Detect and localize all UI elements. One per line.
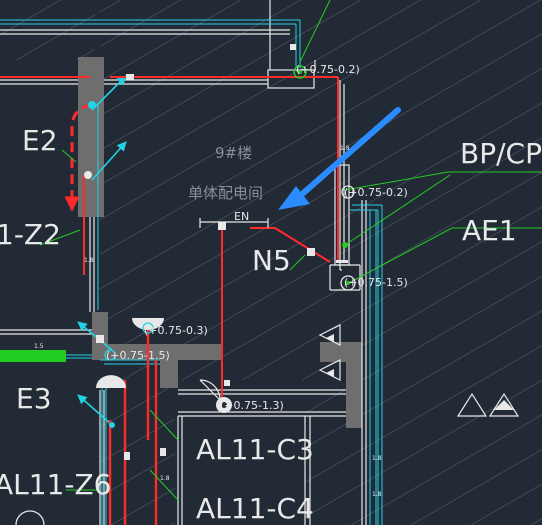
floor-plan: 9#楼 单体配电间 EN E2 1-Z2 E3 AL11-Z6 AL11-C3 … [0,0,542,525]
height-bp: (+0.75-0.2) [344,186,408,199]
label-ae1: AE1 [462,214,517,247]
tiny-note-6: 1.8 [160,475,170,482]
label-bp-cp: BP/CP [460,137,542,170]
label-1-z2: 1-Z2 [0,218,61,251]
height-low: (+0.75-1.5) [106,349,170,362]
height-top: (+0.75-0.2) [296,63,360,76]
room-name-title: 单体配电间 [188,184,263,202]
tiny-note-1: 1.5 [34,343,44,350]
room-name-number: 9#楼 [215,144,252,162]
height-mid: (+0.75-0.3) [144,324,208,337]
tiny-note-4: 1.8 [372,455,382,462]
tiny-note-5: 1.8 [372,491,382,498]
label-al11-z6: AL11-Z6 [0,468,111,501]
bus-label-en: EN [234,210,249,223]
label-e3: E3 [16,382,52,415]
height-bottom: (+0.75-1.3) [220,399,284,412]
cad-drawing-canvas[interactable]: 9#楼 单体配电间 EN E2 1-Z2 E3 AL11-Z6 AL11-C3 … [0,0,542,525]
height-ae1: (+0.75-1.5) [344,276,408,289]
label-al11-c4: AL11-C4 [196,492,314,525]
label-n5: N5 [252,244,291,277]
label-al11-c3: AL11-C3 [196,433,314,466]
tiny-note-2: 1.8 [84,257,94,264]
label-e2: E2 [22,124,58,157]
tiny-note-3: 1.8 [340,145,350,152]
